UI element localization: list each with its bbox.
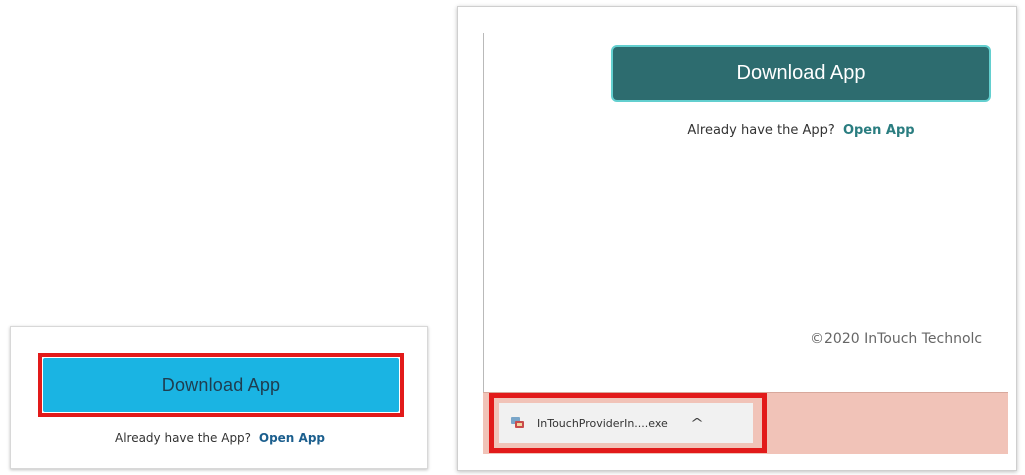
chevron-up-icon[interactable]: ^ [690,416,704,430]
downloaded-file-item[interactable]: InTouchProviderIn....exe ^ [499,403,753,443]
already-have-app-label: Already have the App? [687,123,835,138]
download-app-button[interactable]: Download App [43,358,399,412]
browser-download-bar: InTouchProviderIn....exe ^ [483,392,1008,454]
already-have-app-text: Already have the App? Open App [11,431,429,445]
download-app-button[interactable]: Download App [611,45,991,102]
open-app-link[interactable]: Open App [259,431,325,445]
open-app-link[interactable]: Open App [843,123,915,138]
left-download-panel: Download App Already have the App? Open … [10,326,428,469]
already-have-app-label: Already have the App? [114,431,252,445]
installer-icon [511,417,524,428]
already-have-app-text: Already have the App? Open App [611,123,991,138]
copyright-text: ©2020 InTouch Technolc [810,331,983,347]
downloaded-file-name: InTouchProviderIn....exe [537,416,668,430]
right-download-panel: Download App Already have the App? Open … [457,6,1017,471]
page-edge-divider [483,33,484,393]
